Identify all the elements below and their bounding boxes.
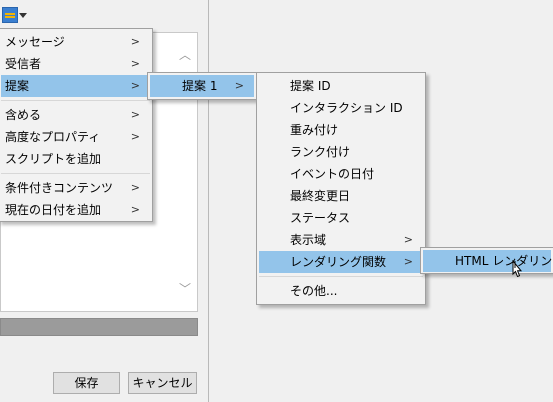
menu-item-add-current-date[interactable]: 現在の日付を追加 > xyxy=(1,199,150,221)
rendering-function-submenu: HTML レンダリング xyxy=(420,247,553,274)
dropdown-caret-icon xyxy=(19,13,27,18)
chevron-right-icon: > xyxy=(130,35,140,48)
save-button[interactable]: 保存 xyxy=(53,372,120,394)
chevron-right-icon: > xyxy=(403,233,413,246)
menu-item-label: ステータス xyxy=(290,211,351,225)
menu-item-conditional-content[interactable]: 条件付きコンテンツ > xyxy=(1,177,150,199)
menu-item-weighting[interactable]: 重み付け xyxy=(259,119,423,141)
chevron-right-icon: > xyxy=(130,57,140,70)
proposal-1-submenu: 提案 ID インタラクション ID 重み付け ランク付け イベントの日付 最終変… xyxy=(256,72,426,305)
menu-item-label: 最終変更日 xyxy=(290,189,351,203)
menu-separator xyxy=(1,173,150,174)
menu-item-rendering-function[interactable]: レンダリング関数 > xyxy=(259,251,423,273)
menu-item-label: 重み付け xyxy=(290,123,339,137)
menu-item-event-date[interactable]: イベントの日付 xyxy=(259,163,423,185)
menu-item-include[interactable]: 含める > xyxy=(1,104,150,126)
menu-item-proposal[interactable]: 提案 > xyxy=(1,75,150,97)
chevron-right-icon: > xyxy=(130,79,140,92)
chevron-right-icon: > xyxy=(130,181,140,194)
menu-item-label: インタラクション ID xyxy=(290,101,403,115)
menu-item-label: スクリプトを追加 xyxy=(5,152,102,166)
menu-item-label: 提案 ID xyxy=(290,79,331,93)
menu-item-label: 含める xyxy=(5,108,42,122)
menu-item-label: 受信者 xyxy=(5,57,42,71)
menu-item-label: ランク付け xyxy=(290,145,351,159)
menu-item-label: HTML レンダリング xyxy=(455,254,553,268)
scroll-down-icon[interactable]: ﹀ xyxy=(179,283,191,295)
mouse-pointer-icon xyxy=(512,260,523,278)
menu-item-advanced-properties[interactable]: 高度なプロパティ > xyxy=(1,126,150,148)
menu-item-html-rendering[interactable]: HTML レンダリング xyxy=(423,250,553,272)
menu-item-display-area[interactable]: 表示域 > xyxy=(259,229,423,251)
editor-icon xyxy=(2,7,18,23)
menu-item-label: レンダリング関数 xyxy=(290,255,387,269)
menu-item-label: メッセージ xyxy=(5,35,65,49)
menu-item-label: 高度なプロパティ xyxy=(5,130,101,144)
menu-item-label: その他... xyxy=(290,284,338,298)
chevron-right-icon: > xyxy=(130,108,140,121)
editor-icon-button[interactable] xyxy=(0,4,30,26)
menu-item-label: 条件付きコンテンツ xyxy=(5,181,114,195)
menu-item-proposal-id[interactable]: 提案 ID xyxy=(259,75,423,97)
status-bar xyxy=(0,318,198,336)
menu-separator xyxy=(1,100,150,101)
menu-item-label: 現在の日付を追加 xyxy=(5,203,102,217)
menu-item-recipient[interactable]: 受信者 > xyxy=(1,53,150,75)
menu-item-other[interactable]: その他... xyxy=(259,280,423,302)
cancel-button[interactable]: キャンセル xyxy=(128,372,197,394)
chevron-right-icon: > xyxy=(130,130,140,143)
menu-item-label: 提案 xyxy=(5,79,30,93)
menu-item-ranking[interactable]: ランク付け xyxy=(259,141,423,163)
menu-item-status[interactable]: ステータス xyxy=(259,207,423,229)
context-menu: メッセージ > 受信者 > 提案 > 含める > 高度なプロパティ > スクリプ… xyxy=(0,28,153,222)
menu-item-last-modified[interactable]: 最終変更日 xyxy=(259,185,423,207)
menu-item-label: 提案 1 xyxy=(182,79,218,93)
menu-item-label: イベントの日付 xyxy=(290,167,375,181)
menu-separator xyxy=(259,276,423,277)
menu-item-proposal-1[interactable]: 提案 1 > xyxy=(150,75,254,97)
menu-item-interaction-id[interactable]: インタラクション ID xyxy=(259,97,423,119)
menu-item-label: 表示域 xyxy=(290,233,327,247)
menu-item-add-script[interactable]: スクリプトを追加 xyxy=(1,148,150,170)
scroll-up-icon[interactable]: ︿ xyxy=(179,49,191,61)
proposal-submenu: 提案 1 > xyxy=(147,72,257,100)
menu-item-message[interactable]: メッセージ > xyxy=(1,31,150,53)
chevron-right-icon: > xyxy=(130,203,140,216)
chevron-right-icon: > xyxy=(403,255,413,268)
chevron-right-icon: > xyxy=(234,79,244,92)
